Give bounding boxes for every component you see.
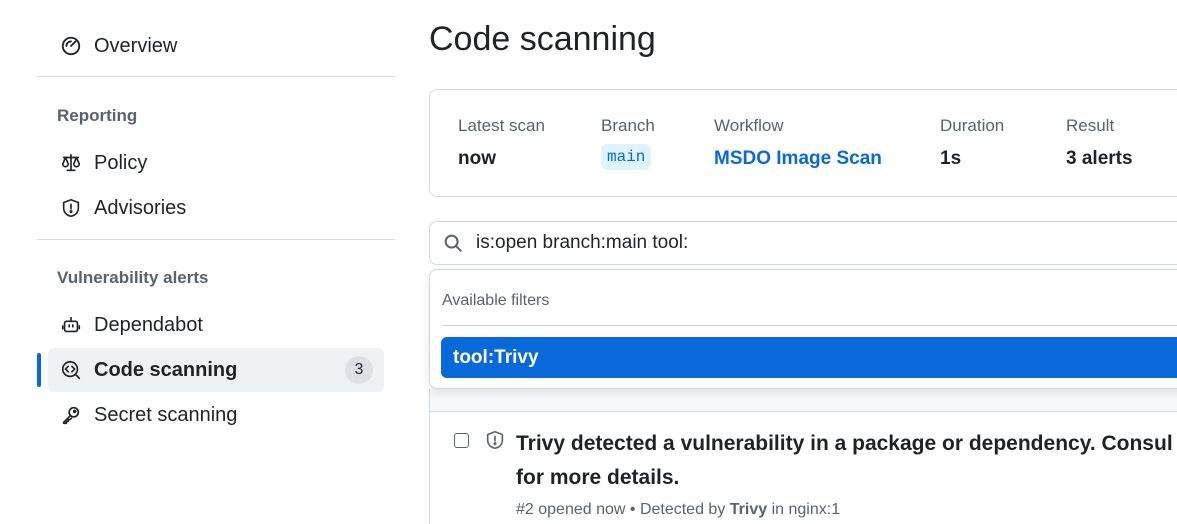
alert-list: Trivy detected a vulnerability in a pack…	[429, 389, 1177, 524]
stat-value: 3 alerts	[1066, 148, 1133, 169]
sidebar-item-overview[interactable]: Overview	[48, 24, 384, 68]
filter-option-tool-trivy[interactable]: tool:Trivy	[441, 337, 1177, 378]
stat-latest-scan: Latest scan now	[458, 116, 545, 170]
sidebar-item-advisories[interactable]: Advisories	[48, 186, 384, 230]
section-heading-reporting: Reporting	[57, 106, 138, 125]
alert-opened: opened now	[538, 501, 626, 518]
stat-branch: Branch main	[601, 116, 655, 170]
filter-dropdown: Available filters tool:Trivy	[429, 269, 1177, 389]
stat-result: Result 3 alerts	[1066, 116, 1133, 170]
stat-value: now	[458, 148, 496, 169]
dropdown-divider	[442, 325, 1177, 326]
stat-label: Branch	[601, 116, 655, 135]
sidebar-divider	[37, 76, 395, 77]
search-icon	[442, 232, 464, 254]
key-icon	[58, 402, 84, 428]
page-title: Code scanning	[429, 20, 656, 58]
branch-tag[interactable]: main	[601, 144, 652, 170]
alert-list-header	[430, 389, 1177, 412]
sidebar-divider	[37, 239, 395, 240]
alert-tool: Trivy	[729, 501, 768, 518]
active-indicator	[37, 353, 41, 387]
sidebar-item-label: Secret scanning	[94, 403, 238, 426]
search-query[interactable]: is:open branch:main tool:	[476, 232, 688, 254]
alert-count-badge: 3	[345, 356, 373, 384]
alert-checkbox[interactable]	[454, 433, 469, 448]
section-heading-vulnerability-alerts: Vulnerability alerts	[57, 268, 209, 287]
sidebar-item-label: Overview	[94, 34, 178, 57]
sidebar-item-label: Code scanning	[94, 358, 238, 381]
sidebar-item-code-scanning[interactable]: Code scanning 3	[37, 348, 384, 392]
stat-label: Result	[1066, 116, 1115, 135]
sidebar-item-dependabot[interactable]: Dependabot	[48, 303, 384, 347]
law-icon	[58, 150, 84, 176]
sidebar-item-label: Advisories	[94, 196, 187, 219]
workflow-link[interactable]: MSDO Image Scan	[714, 148, 882, 170]
alert-detected-by: • Detected by	[629, 501, 726, 518]
codescan-icon	[58, 357, 84, 383]
sidebar-item-policy[interactable]: Policy	[48, 141, 384, 185]
sidebar-item-label: Policy	[94, 151, 148, 174]
stat-value: 1s	[940, 148, 962, 169]
meter-icon	[58, 33, 84, 59]
sidebar-item-label: Dependabot	[94, 313, 203, 336]
scan-summary-panel: Latest scan now Branch main Workflow MSD…	[429, 89, 1177, 197]
alert-meta: #2 opened now • Detected by Trivy in ngi…	[516, 501, 840, 519]
shield-icon	[58, 195, 84, 221]
dropdown-heading: Available filters	[442, 292, 550, 309]
search-input[interactable]: is:open branch:main tool:	[429, 221, 1177, 265]
alert-row[interactable]: Trivy detected a vulnerability in a pack…	[430, 413, 1177, 524]
stat-duration: Duration 1s	[940, 116, 1004, 170]
stat-label: Duration	[940, 116, 1005, 135]
stat-label: Latest scan	[458, 116, 545, 135]
alert-location: in nginx:1	[771, 501, 841, 518]
stat-label: Workflow	[714, 116, 784, 135]
stat-workflow: Workflow MSDO Image Scan	[714, 116, 882, 170]
dependabot-icon	[58, 312, 84, 338]
sidebar-item-secret-scanning[interactable]: Secret scanning	[48, 393, 384, 437]
alert-title-link[interactable]: Trivy detected a vulnerability in a pack…	[516, 427, 1177, 495]
shield-icon	[484, 429, 506, 451]
alert-number: #2	[516, 501, 534, 518]
